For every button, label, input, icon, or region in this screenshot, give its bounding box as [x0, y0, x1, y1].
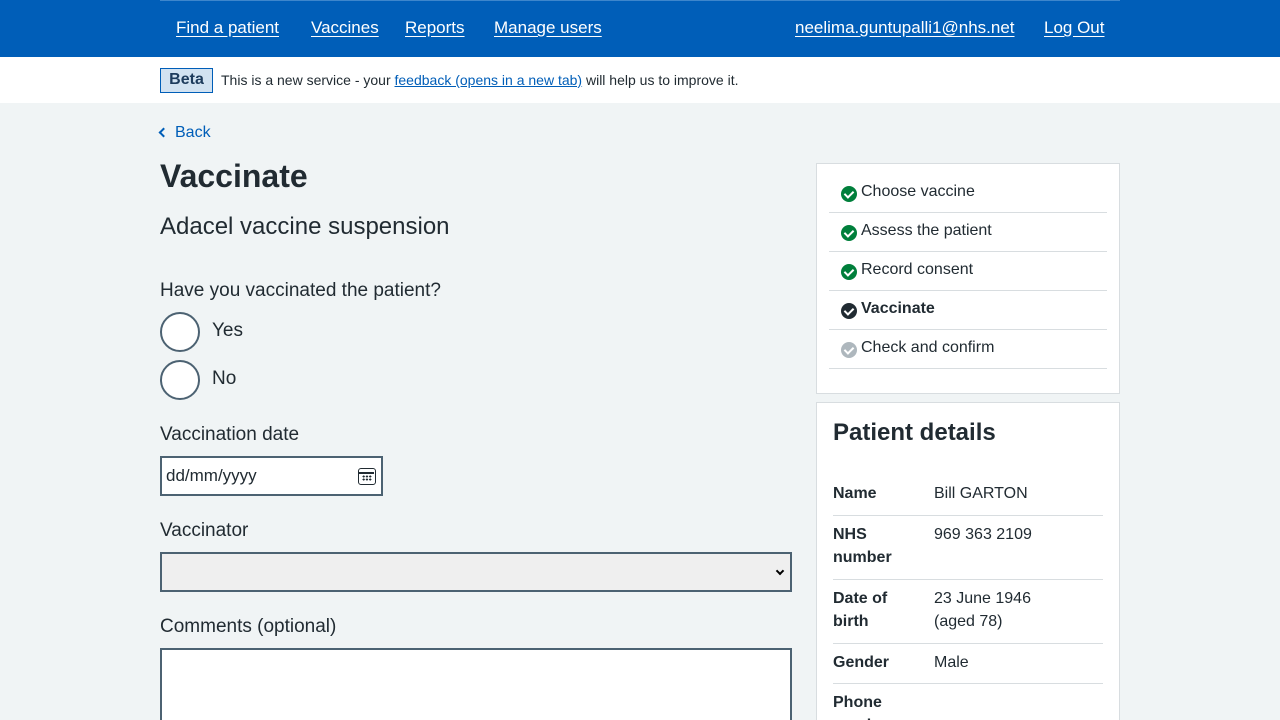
step-label: Record consent [861, 261, 974, 278]
row-value: 23 June 1946 (aged 78) [934, 590, 1031, 630]
check-circle-icon [841, 186, 857, 202]
step-label: Choose vaccine [861, 183, 975, 200]
step-label: Check and confirm [861, 339, 995, 356]
check-circle-icon [841, 264, 857, 280]
patient-row-nhs-number: NHS number 969 363 2109 [833, 523, 1103, 580]
row-key: NHS number [833, 526, 892, 566]
patient-row-gender: Gender Male [833, 651, 1103, 684]
beta-text-after: will help us to improve it. [582, 72, 739, 88]
patient-details-panel: Patient details Name Bill GARTON NHS num… [816, 402, 1120, 720]
calendar-icon[interactable] [358, 468, 376, 485]
step-check-and-confirm: Check and confirm [829, 330, 1107, 369]
vaccinator-select[interactable] [160, 552, 792, 592]
nav-find-a-patient[interactable]: Find a patient [176, 18, 279, 38]
back-label: Back [175, 124, 211, 141]
progress-steps-panel: Choose vaccine Assess the patient Record… [816, 163, 1120, 394]
radio-yes[interactable] [160, 312, 200, 352]
row-key: Date of birth [833, 590, 888, 630]
logout-link[interactable]: Log Out [1044, 18, 1105, 38]
row-key: Gender [833, 654, 890, 671]
patient-row-date-of-birth: Date of birth 23 June 1946 (aged 78) [833, 587, 1103, 644]
header-inner: Find a patient Vaccines Reports Manage u… [160, 0, 1120, 57]
patient-row-phone-number: Phone number [833, 691, 1103, 720]
nav-reports[interactable]: Reports [405, 18, 465, 38]
user-email-link[interactable]: neelima.guntupalli1@nhs.net [795, 18, 1015, 38]
row-key: Phone number [833, 694, 892, 720]
nav-manage-users[interactable]: Manage users [494, 18, 602, 38]
site-header: Find a patient Vaccines Reports Manage u… [0, 0, 1280, 57]
step-choose-vaccine[interactable]: Choose vaccine [829, 174, 1107, 213]
chevron-left-icon [158, 127, 169, 138]
row-value: 969 363 2109 [934, 526, 1032, 543]
check-circle-icon [841, 342, 857, 358]
vaccination-date-label: Vaccination date [160, 424, 300, 445]
patient-details-title: Patient details [833, 419, 996, 446]
patient-row-name: Name Bill GARTON [833, 482, 1103, 516]
feedback-link[interactable]: feedback (opens in a new tab) [395, 72, 583, 88]
step-record-consent[interactable]: Record consent [829, 252, 1107, 291]
check-circle-icon [841, 225, 857, 241]
vaccination-date-field[interactable] [160, 456, 383, 496]
beta-tag: Beta [160, 68, 213, 93]
vaccinator-label: Vaccinator [160, 520, 249, 541]
page-title: Vaccinate [160, 158, 308, 194]
vaccine-name: Adacel vaccine suspension [160, 213, 450, 240]
step-label: Vaccinate [861, 300, 935, 317]
radio-no-label[interactable]: No [212, 368, 236, 390]
step-assess-the-patient[interactable]: Assess the patient [829, 213, 1107, 252]
row-value: Male [934, 654, 969, 671]
nav-vaccines[interactable]: Vaccines [311, 18, 379, 38]
row-value: Bill GARTON [934, 485, 1028, 502]
comments-textarea[interactable] [160, 648, 792, 720]
back-link[interactable]: Back [158, 124, 211, 142]
beta-banner: Beta This is a new service - your feedba… [0, 57, 1280, 103]
radio-yes-label[interactable]: Yes [212, 320, 243, 342]
radio-no[interactable] [160, 360, 200, 400]
vaccinated-question: Have you vaccinated the patient? [160, 280, 441, 301]
row-key: Name [833, 485, 877, 502]
step-vaccinate: Vaccinate [829, 291, 1107, 330]
chevron-down-icon [775, 566, 785, 576]
vaccination-date-input[interactable] [162, 458, 342, 494]
beta-message: This is a new service - your feedback (o… [221, 72, 738, 88]
comments-label: Comments (optional) [160, 616, 337, 637]
beta-text-before: This is a new service - your [221, 72, 395, 88]
check-circle-icon [841, 303, 857, 319]
step-label: Assess the patient [861, 222, 992, 239]
